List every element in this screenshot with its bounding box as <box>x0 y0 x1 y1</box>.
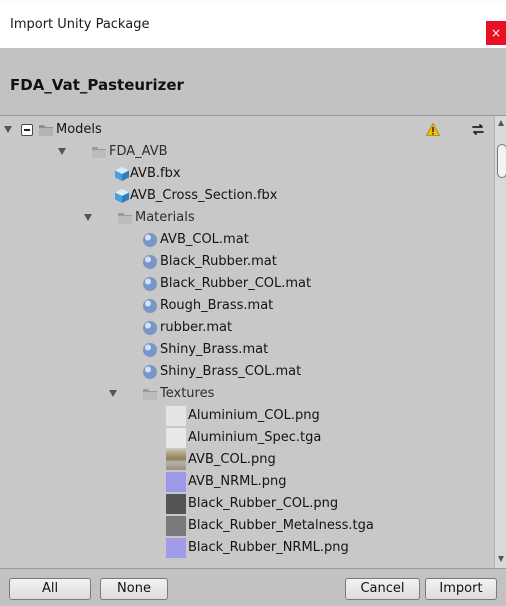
tree-row-texture[interactable]: Black_Rubber_Metalness.tga <box>0 515 494 537</box>
tree-label: Black_Rubber_COL.png <box>188 496 339 511</box>
none-button[interactable]: None <box>100 578 168 600</box>
tree-label: Rough_Brass.mat <box>160 298 274 313</box>
tree-row-texture[interactable]: Aluminium_COL.png <box>0 405 494 427</box>
tree-row-texture[interactable]: Black_Rubber_COL.png <box>0 493 494 515</box>
tree-row-materials[interactable]: Materials <box>0 207 494 229</box>
tree-row-material[interactable]: Shiny_Brass.mat <box>0 339 494 361</box>
tree-label: Black_Rubber.mat <box>160 254 277 269</box>
tree-scrollbar[interactable] <box>494 116 506 568</box>
tree-label: Shiny_Brass.mat <box>160 342 269 357</box>
tree-row-material[interactable]: Shiny_Brass_COL.mat <box>0 361 494 383</box>
tree-label: AVB_Cross_Section.fbx <box>130 188 278 203</box>
expand-arrow-icon[interactable] <box>109 390 117 397</box>
texture-thumbnail-icon <box>166 516 186 536</box>
expand-arrow-icon[interactable] <box>4 126 12 133</box>
package-name: FDA_Vat_Pasteurizer <box>10 76 184 94</box>
tree-label: AVB.fbx <box>130 166 181 181</box>
refresh-icon[interactable] <box>471 123 485 136</box>
tree-row-textures[interactable]: Textures <box>0 383 494 405</box>
tree-row-models[interactable]: Models <box>0 119 494 141</box>
all-button[interactable]: All <box>9 578 91 600</box>
folder-icon <box>143 389 157 400</box>
tree-row-avb-fbx[interactable]: AVB.fbx <box>0 163 494 185</box>
texture-thumbnail-icon <box>166 538 186 558</box>
close-icon: × <box>490 26 502 40</box>
close-button[interactable]: × <box>486 21 506 45</box>
tree-row-material[interactable]: Rough_Brass.mat <box>0 295 494 317</box>
tree-row-texture[interactable]: AVB_NRML.png <box>0 471 494 493</box>
expand-arrow-icon[interactable] <box>58 148 66 155</box>
folder-icon <box>92 147 106 158</box>
tree-label: rubber.mat <box>160 320 233 335</box>
texture-thumbnail-icon <box>166 494 186 514</box>
tree-label: Models <box>56 122 102 137</box>
tree-row-material[interactable]: Black_Rubber_COL.mat <box>0 273 494 295</box>
scroll-up-arrow-icon[interactable] <box>498 120 504 126</box>
material-sphere-icon <box>143 277 157 291</box>
texture-thumbnail-icon <box>166 428 186 448</box>
cancel-button[interactable]: Cancel <box>345 578 420 600</box>
warning-icon <box>426 123 440 136</box>
window-title: Import Unity Package <box>10 17 150 32</box>
model-icon <box>115 189 129 203</box>
tree-label: Aluminium_Spec.tga <box>188 430 322 445</box>
asset-tree: Models FDA_AVB AVB.fbx AVB_Cross_Section… <box>0 116 494 568</box>
folder-icon <box>118 213 132 224</box>
texture-thumbnail-icon <box>166 406 186 426</box>
dialog-footer: All None Cancel Import <box>0 568 506 606</box>
title-bar: Import Unity Package × <box>0 5 506 48</box>
model-icon <box>115 167 129 181</box>
tree-label: Black_Rubber_Metalness.tga <box>188 518 374 533</box>
tree-label: Aluminium_COL.png <box>188 408 320 423</box>
tree-label: Shiny_Brass_COL.mat <box>160 364 302 379</box>
material-sphere-icon <box>143 233 157 247</box>
tree-row-avb-cross-section[interactable]: AVB_Cross_Section.fbx <box>0 185 494 207</box>
tree-label: AVB_NRML.png <box>188 474 287 489</box>
tree-row-material[interactable]: Black_Rubber.mat <box>0 251 494 273</box>
tree-row-material[interactable]: AVB_COL.mat <box>0 229 494 251</box>
scroll-thumb[interactable] <box>497 144 506 178</box>
material-sphere-icon <box>143 321 157 335</box>
tree-label: AVB_COL.png <box>188 452 276 467</box>
tree-row-fda-avb[interactable]: FDA_AVB <box>0 141 494 163</box>
expand-arrow-icon[interactable] <box>84 214 92 221</box>
texture-thumbnail-icon <box>166 472 186 492</box>
scroll-down-arrow-icon[interactable] <box>498 556 504 562</box>
tree-row-texture[interactable]: Black_Rubber_NRML.png <box>0 537 494 559</box>
tree-label: AVB_COL.mat <box>160 232 249 247</box>
tree-row-material[interactable]: rubber.mat <box>0 317 494 339</box>
mixed-checkbox[interactable] <box>21 124 33 136</box>
tree-label: Black_Rubber_COL.mat <box>160 276 312 291</box>
tree-label: Black_Rubber_NRML.png <box>188 540 349 555</box>
tree-row-texture[interactable]: Aluminium_Spec.tga <box>0 427 494 449</box>
tree-row-texture[interactable]: AVB_COL.png <box>0 449 494 471</box>
material-sphere-icon <box>143 343 157 357</box>
texture-thumbnail-icon <box>166 450 186 470</box>
tree-label: Materials <box>135 210 195 225</box>
material-sphere-icon <box>143 255 157 269</box>
package-header: FDA_Vat_Pasteurizer <box>0 48 506 116</box>
material-sphere-icon <box>143 299 157 313</box>
tree-label: Textures <box>160 386 215 401</box>
folder-icon <box>39 125 53 136</box>
import-button[interactable]: Import <box>425 578 497 600</box>
tree-label: FDA_AVB <box>109 144 168 159</box>
material-sphere-icon <box>143 365 157 379</box>
